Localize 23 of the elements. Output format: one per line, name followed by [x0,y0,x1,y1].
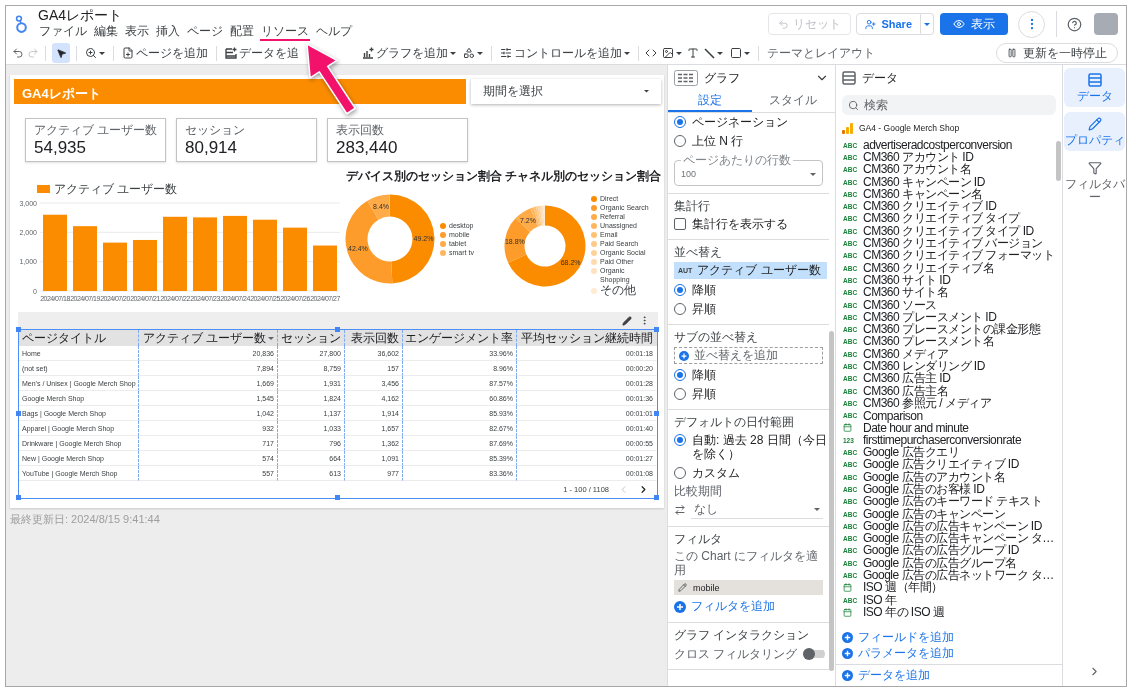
chart-title: デバイス別のセッション割合 [345,169,502,183]
scorecard-label: 表示回数 [336,123,384,137]
section-title: 集計行 [674,199,710,213]
legend-label: その他 [600,284,636,297]
scorecard-value: 54,935 [34,138,86,158]
scorecard-label: アクティブ ユーザー数 [34,123,158,137]
last-updated-text: 最終更新日: 2024/8/15 9:41:44 [10,513,160,526]
section-title: フィルタ [674,532,722,546]
section-title: デフォルトの日付範囲 [674,415,794,429]
section-title: 並べ替え [674,245,722,259]
scorecard-value: 80,914 [185,138,237,158]
section-title: グラフ インタラクション [674,628,810,642]
panel-title: グラフ [704,71,741,85]
scorecard-label: セッション [185,123,245,137]
panel-title: データ [862,71,899,85]
field-caption: 比較期間 [674,484,722,498]
field-caption: この Chart にフィルタを適用 [674,549,819,577]
scorecard-value: 283,440 [336,138,398,158]
toggle-label: クロス フィルタリング [674,646,798,661]
section-title: サブの並べ替え [674,330,758,344]
legend-label: アクティブ ユーザー数 [54,182,178,196]
chart-title: チャネル別のセッション割合 [504,169,661,183]
report-title: GA4レポート [22,86,101,101]
